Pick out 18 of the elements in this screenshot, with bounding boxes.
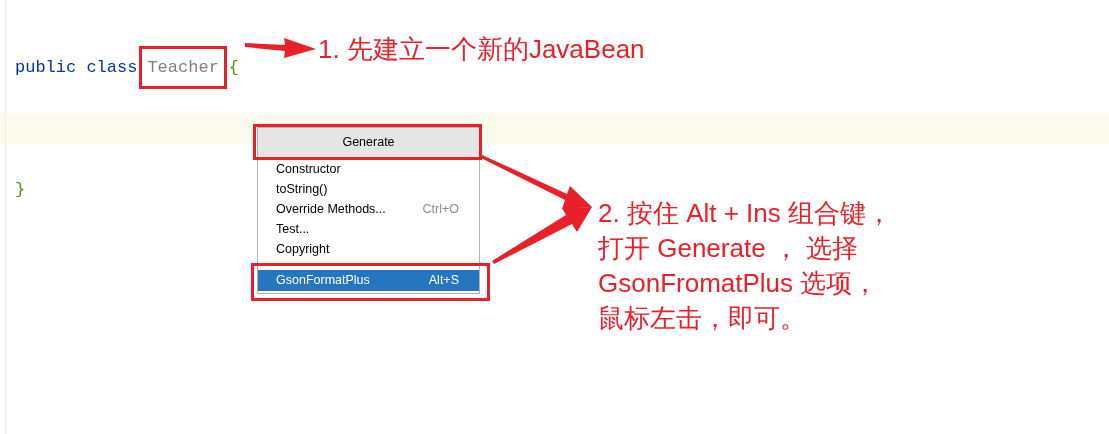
shortcut-text: Ctrl+O bbox=[422, 200, 459, 218]
menu-item[interactable]: Copyright bbox=[258, 239, 479, 259]
code-keyword: public class bbox=[15, 56, 138, 79]
shortcut-text: Alt+S bbox=[428, 272, 459, 290]
class-name: Teacher bbox=[147, 56, 219, 79]
annotation-text: 鼠标左击，即可。 bbox=[598, 302, 807, 335]
annotation-text: 打开 Generate ， 选择 bbox=[598, 232, 860, 265]
annotation-text: 2. 按住 Alt + Ins 组合键， bbox=[598, 197, 892, 230]
menu-item[interactable]: Constructor bbox=[258, 159, 479, 179]
code-brace: { bbox=[228, 56, 240, 79]
annotation-text: GsonFromatPlus 选项， bbox=[598, 267, 880, 300]
menu-item[interactable]: toString() bbox=[258, 179, 479, 199]
menu-item[interactable]: Test... bbox=[258, 219, 479, 239]
menu-item[interactable]: GsonFormatPlus Alt+S bbox=[258, 270, 479, 291]
arrow bbox=[245, 38, 316, 58]
annotation-text: 1. 先建立一个新的JavaBean bbox=[318, 33, 645, 65]
code-brace: } bbox=[15, 178, 26, 201]
menu-item[interactable]: Override Methods... Ctrl+O bbox=[258, 199, 479, 219]
